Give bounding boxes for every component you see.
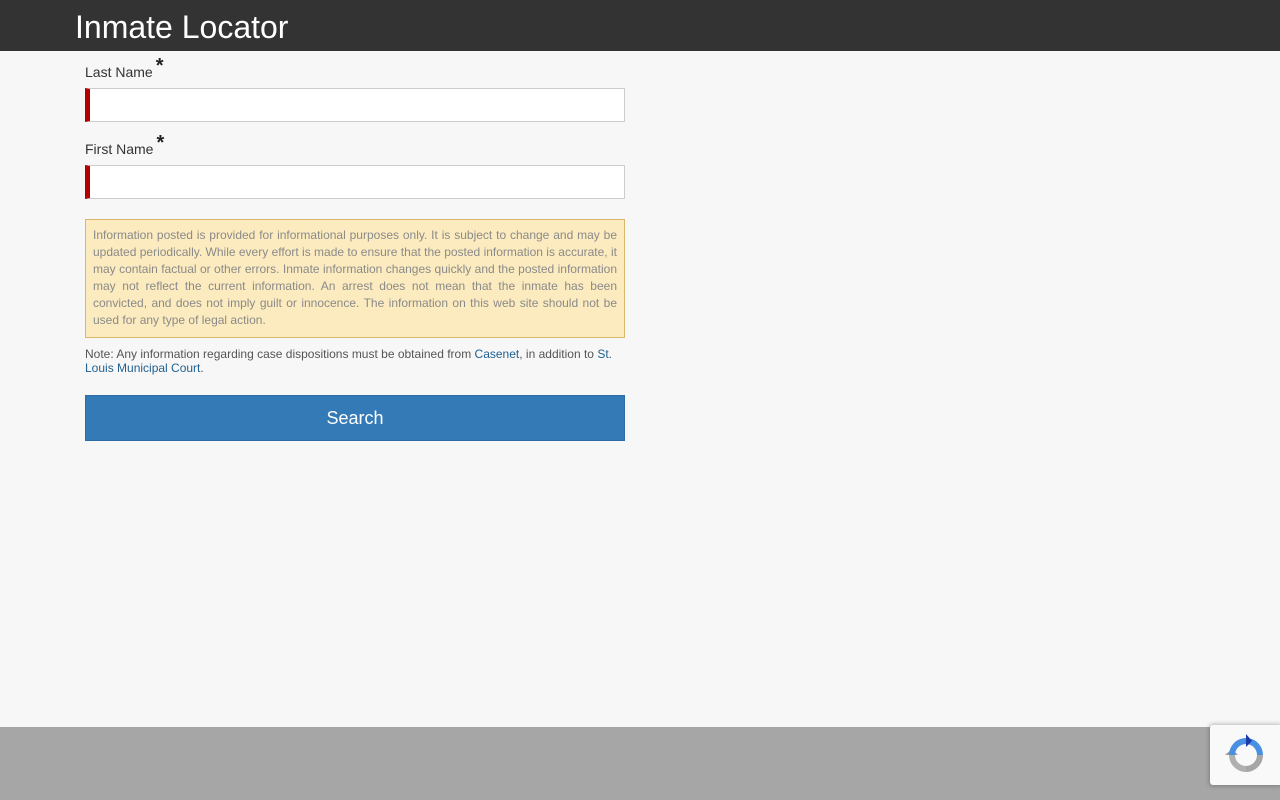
note-prefix: Note: Any information regarding case dis… (85, 347, 475, 361)
search-button[interactable]: Search (85, 395, 625, 441)
case-disposition-note: Note: Any information regarding case dis… (85, 347, 625, 375)
first-name-input[interactable] (85, 165, 625, 199)
inmate-search-form: Last Name * First Name * Information poste… (85, 51, 625, 441)
last-name-label: Last Name (85, 64, 153, 80)
casenet-link[interactable]: Casenet (475, 347, 520, 361)
recaptcha-icon (1225, 734, 1263, 772)
required-asterisk-icon: * (155, 55, 164, 77)
top-header-bar: Inmate Locator (0, 0, 1280, 51)
required-asterisk-icon: * (156, 132, 165, 154)
last-name-label-row: Last Name * (85, 56, 625, 81)
disclaimer-notice: Information posted is provided for infor… (85, 219, 625, 338)
note-middle: , in addition to (519, 347, 598, 361)
recaptcha-badge[interactable] (1210, 725, 1280, 785)
page-title: Inmate Locator (75, 9, 289, 45)
last-name-input[interactable] (85, 88, 625, 122)
first-name-label: First Name (85, 141, 154, 157)
note-suffix: . (200, 361, 204, 375)
first-name-label-row: First Name * (85, 133, 625, 158)
page-footer (0, 727, 1280, 800)
